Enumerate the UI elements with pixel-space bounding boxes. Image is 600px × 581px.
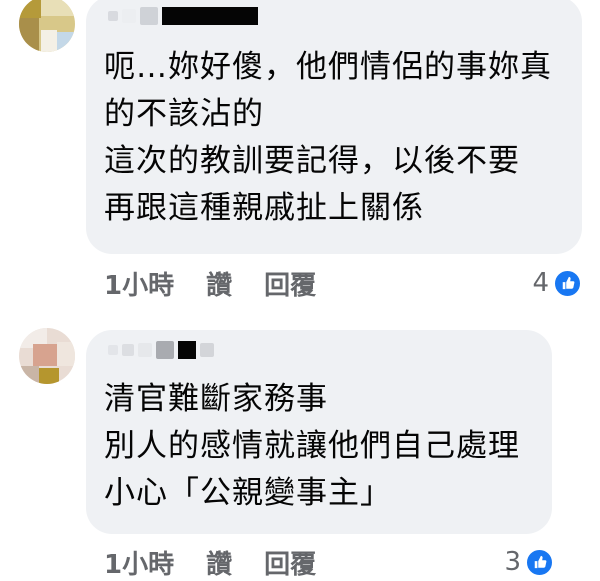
comment-actions: 1小時 讚 回覆 <box>104 265 348 302</box>
comment-actions: 1小時 讚 回覆 <box>104 544 348 581</box>
avatar[interactable] <box>19 328 75 384</box>
author-name[interactable] <box>108 336 214 364</box>
like-button[interactable]: 讚 <box>206 265 232 302</box>
comment-1: 呃…妳好傻，他們情侶的事妳真 的不該沾的 這次的教訓要記得，以後不要 再跟這種親… <box>0 0 600 302</box>
like-thumb-icon <box>525 547 554 577</box>
comment-line: 小心「公親變事主」 <box>104 475 392 511</box>
like-thumb-icon <box>553 268 582 298</box>
reaction-summary[interactable]: 3 <box>504 545 554 579</box>
comment-bubble: 呃…妳好傻，他們情侶的事妳真 的不該沾的 這次的教訓要記得，以後不要 再跟這種親… <box>86 0 582 254</box>
reply-button[interactable]: 回覆 <box>264 265 316 302</box>
reaction-count: 3 <box>504 547 521 577</box>
avatar[interactable] <box>19 0 75 52</box>
reply-button[interactable]: 回覆 <box>264 544 316 581</box>
comment-text: 呃…妳好傻，他們情侶的事妳真 的不該沾的 這次的教訓要記得，以後不要 再跟這種親… <box>104 44 552 232</box>
comment-line: 別人的感情就讓他們自己處理 <box>104 428 520 464</box>
comment-line: 呃…妳好傻，他們情侶的事妳真 <box>104 49 552 85</box>
reaction-summary[interactable]: 4 <box>532 266 582 300</box>
comment-line: 清官難斷家務事 <box>104 381 328 417</box>
comment-2: 清官難斷家務事 別人的感情就讓他們自己處理 小心「公親變事主」 1小時 讚 回覆… <box>0 300 600 581</box>
reaction-count: 4 <box>532 268 549 298</box>
author-name[interactable] <box>108 2 258 30</box>
like-button[interactable]: 讚 <box>206 544 232 581</box>
comment-line: 這次的教訓要記得，以後不要 <box>104 143 520 179</box>
comment-line: 的不該沾的 <box>104 96 264 132</box>
comment-line: 再跟這種親戚扯上關係 <box>104 190 424 226</box>
timestamp[interactable]: 1小時 <box>104 544 174 581</box>
comment-text: 清官難斷家務事 別人的感情就讓他們自己處理 小心「公親變事主」 <box>104 376 520 517</box>
comment-bubble: 清官難斷家務事 別人的感情就讓他們自己處理 小心「公親變事主」 <box>86 330 552 534</box>
timestamp[interactable]: 1小時 <box>104 265 174 302</box>
